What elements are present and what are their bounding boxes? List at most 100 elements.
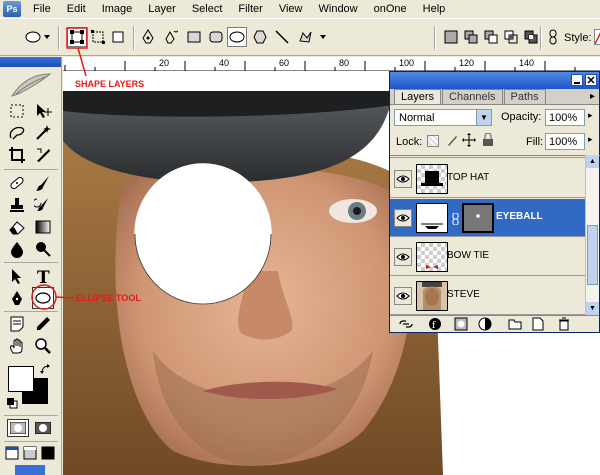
- standard-screen-mode-button[interactable]: [4, 445, 20, 461]
- link-style-button[interactable]: [543, 27, 563, 47]
- default-colors-icon[interactable]: [6, 397, 18, 412]
- line-button[interactable]: [272, 27, 292, 47]
- lasso-tool[interactable]: [6, 122, 28, 144]
- menu-onone[interactable]: onOne: [366, 0, 415, 18]
- link-layers-icon[interactable]: [398, 318, 414, 333]
- layers-scrollbar[interactable]: ▲ ▼: [585, 155, 599, 315]
- move-tool[interactable]: [32, 100, 54, 122]
- visibility-eye-icon[interactable]: [394, 170, 412, 188]
- zoom-tool[interactable]: [32, 335, 54, 357]
- blend-mode-select[interactable]: Normal ▼: [394, 109, 492, 126]
- fill-input[interactable]: 100%: [545, 133, 585, 150]
- fill-slider-arrow-icon[interactable]: ▸: [588, 134, 593, 145]
- add-to-shape-area-button[interactable]: [461, 27, 481, 47]
- layer-row-eyeball[interactable]: EYEBALL: [390, 199, 587, 237]
- opacity-input[interactable]: 100%: [545, 109, 585, 126]
- tool-preset-picker[interactable]: [22, 27, 52, 47]
- hand-tool[interactable]: [6, 335, 28, 357]
- exclude-overlapping-button[interactable]: [521, 27, 541, 47]
- quick-mask-button[interactable]: [32, 419, 54, 437]
- lock-position-icon[interactable]: [462, 133, 476, 150]
- layer-row-bow-tie[interactable]: BOW TIE: [390, 238, 587, 276]
- layer-row-steve[interactable]: STEVE: [390, 277, 587, 315]
- blur-tool[interactable]: [6, 238, 28, 260]
- menu-filter[interactable]: Filter: [230, 0, 270, 18]
- ellipse-tool[interactable]: [32, 287, 54, 309]
- foreground-color-swatch[interactable]: [8, 366, 34, 392]
- lock-all-icon[interactable]: [482, 132, 494, 150]
- full-screen-button[interactable]: [40, 445, 56, 461]
- link-icon: [549, 29, 557, 45]
- menu-edit[interactable]: Edit: [59, 0, 94, 18]
- brush-tool[interactable]: [32, 172, 54, 194]
- close-panel-icon[interactable]: [585, 74, 597, 86]
- marquee-tool[interactable]: [6, 100, 28, 122]
- minimize-panel-icon[interactable]: [571, 74, 583, 86]
- vector-mask-thumbnail[interactable]: [462, 203, 494, 233]
- adjustment-layer-icon[interactable]: [478, 317, 492, 334]
- custom-shape-button[interactable]: [296, 27, 328, 47]
- menu-view[interactable]: View: [271, 0, 311, 18]
- visibility-eye-icon[interactable]: [394, 287, 412, 305]
- new-group-icon[interactable]: [508, 318, 522, 333]
- menu-window[interactable]: Window: [311, 0, 366, 18]
- type-tool[interactable]: T: [32, 265, 54, 287]
- path-selection-tool[interactable]: [6, 265, 28, 287]
- intersect-shape-areas-button[interactable]: [501, 27, 521, 47]
- scroll-up-icon[interactable]: ▲: [586, 155, 599, 168]
- layer-style-icon[interactable]: f: [428, 317, 442, 334]
- layer-row-top-hat[interactable]: TOP HAT: [390, 160, 587, 198]
- rectangle-icon: [187, 31, 201, 43]
- trash-icon[interactable]: [558, 317, 570, 334]
- eyedropper-tool[interactable]: [32, 313, 54, 335]
- notes-tool[interactable]: [6, 313, 28, 335]
- menu-help[interactable]: Help: [415, 0, 454, 18]
- rectangle-shape-button[interactable]: [184, 27, 204, 47]
- shape-layers-button[interactable]: [67, 27, 87, 47]
- fill-pixels-button[interactable]: [108, 27, 128, 47]
- full-screen-menubar-button[interactable]: [22, 445, 38, 461]
- new-layer-icon[interactable]: [532, 317, 544, 334]
- lock-transparent-pixels-icon[interactable]: [427, 135, 439, 147]
- gradient-tool[interactable]: [32, 216, 54, 238]
- freeform-pen-button[interactable]: [160, 27, 180, 47]
- eraser-tool[interactable]: [6, 216, 28, 238]
- paths-button[interactable]: [88, 27, 108, 47]
- tab-paths[interactable]: Paths: [503, 89, 546, 104]
- history-brush-tool[interactable]: [32, 194, 54, 216]
- panel-menu-icon[interactable]: ▸: [590, 91, 595, 102]
- lock-image-pixels-icon[interactable]: [445, 133, 459, 150]
- create-new-shape-layer-button[interactable]: [441, 27, 461, 47]
- visibility-eye-icon[interactable]: [394, 248, 412, 266]
- visibility-eye-icon[interactable]: [394, 209, 412, 227]
- menu-select[interactable]: Select: [184, 0, 231, 18]
- pen-tool[interactable]: [6, 287, 28, 309]
- pen-tool-button[interactable]: [138, 27, 158, 47]
- healing-brush-tool[interactable]: [6, 172, 28, 194]
- jump-to-imageready-button[interactable]: [14, 464, 46, 475]
- rounded-rectangle-button[interactable]: [206, 27, 226, 47]
- tab-layers[interactable]: Layers: [394, 89, 442, 104]
- clone-stamp-tool[interactable]: [6, 194, 28, 216]
- style-picker[interactable]: [594, 29, 600, 45]
- add-mask-icon[interactable]: [454, 317, 468, 334]
- ellipse-shape-button[interactable]: [227, 27, 247, 47]
- menu-file[interactable]: File: [25, 0, 59, 18]
- menu-layer[interactable]: Layer: [140, 0, 184, 18]
- crop-tool[interactable]: [6, 144, 28, 166]
- opacity-slider-arrow-icon[interactable]: ▸: [588, 110, 593, 121]
- swap-colors-icon[interactable]: [40, 364, 52, 379]
- polygon-button[interactable]: [250, 27, 270, 47]
- dodge-tool[interactable]: [32, 238, 54, 260]
- scroll-thumb[interactable]: [587, 225, 598, 285]
- scroll-down-icon[interactable]: ▼: [586, 302, 599, 315]
- slice-tool[interactable]: [32, 144, 54, 166]
- link-icon[interactable]: [452, 212, 460, 228]
- brush-icon: [36, 176, 49, 191]
- menu-image[interactable]: Image: [94, 0, 141, 18]
- standard-mode-button[interactable]: [7, 419, 29, 437]
- tab-channels[interactable]: Channels: [442, 89, 503, 104]
- layer-fill-thumbnail[interactable]: [416, 203, 448, 233]
- magic-wand-tool[interactable]: [32, 122, 54, 144]
- subtract-from-shape-area-button[interactable]: [481, 27, 501, 47]
